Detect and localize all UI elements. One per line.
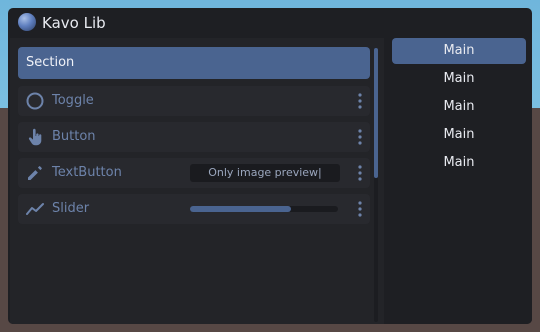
textbox-row: TextButton Only image preview| (18, 158, 370, 188)
tab-main-4[interactable]: Main (392, 122, 526, 148)
pencil-icon (28, 166, 42, 180)
scrollbar[interactable] (374, 48, 378, 322)
slider-row: Slider (18, 194, 370, 224)
toggle-circle-icon[interactable] (26, 92, 44, 110)
slider-label: Slider (52, 201, 90, 216)
toggle-row[interactable]: Toggle (18, 86, 370, 116)
main-panel: Section Toggle Button TextButton Only im… (10, 38, 384, 324)
button-row[interactable]: Button (18, 122, 370, 152)
more-vertical-icon[interactable] (358, 165, 362, 181)
slider-track[interactable] (190, 206, 338, 212)
window-title: Kavo Lib (42, 14, 106, 32)
tab-main-3[interactable]: Main (392, 94, 526, 120)
slider-fill[interactable] (190, 206, 291, 212)
tab-main-2[interactable]: Main (392, 66, 526, 92)
more-vertical-icon[interactable] (358, 129, 362, 145)
tab-main-5[interactable]: Main (392, 150, 526, 176)
textbox-input[interactable]: Only image preview| (190, 164, 340, 182)
tab-main-1[interactable]: Main (392, 38, 526, 64)
toggle-label: Toggle (52, 93, 94, 108)
kavo-window: Kavo Lib Section Toggle Button TextButto… (8, 8, 532, 324)
tabs-panel: Main Main Main Main Main (386, 38, 532, 324)
logo-icon (18, 13, 36, 31)
more-vertical-icon[interactable] (358, 201, 362, 217)
trend-line-icon (26, 203, 44, 215)
title-bar[interactable]: Kavo Lib (8, 8, 532, 38)
hand-pointer-icon (28, 128, 42, 146)
button-label: Button (52, 129, 96, 144)
scrollbar-thumb[interactable] (374, 48, 378, 178)
section-header: Section (18, 47, 370, 79)
textbox-label: TextButton (52, 165, 122, 180)
more-vertical-icon[interactable] (358, 93, 362, 109)
